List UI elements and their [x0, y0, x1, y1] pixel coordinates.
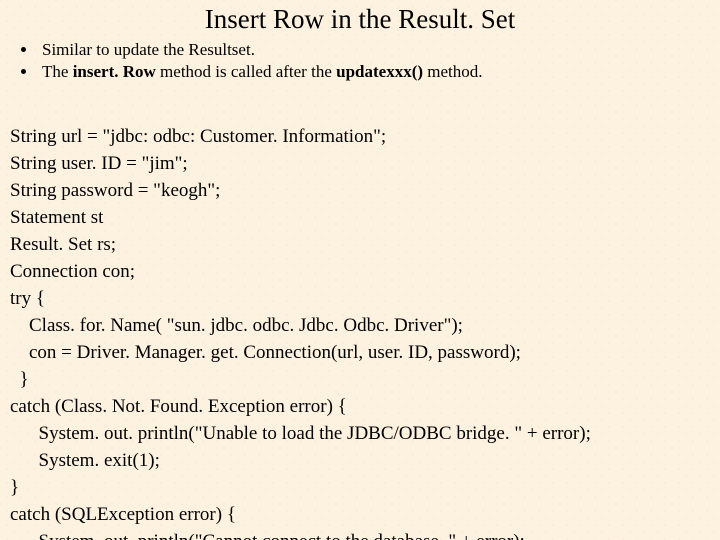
- bullet-item: The insert. Row method is called after t…: [38, 61, 710, 83]
- code-block: String url = "jdbc: odbc: Customer. Info…: [10, 97, 710, 540]
- code-line: System. out. println("Unable to load the…: [10, 423, 591, 444]
- bullet-text-mid: method is called after the: [156, 62, 336, 81]
- code-line: Class. for. Name( "sun. jdbc. odbc. Jdbc…: [10, 315, 463, 336]
- code-line: try {: [10, 288, 45, 309]
- code-line: Statement st: [10, 207, 103, 228]
- bullet-bold: insert. Row: [73, 62, 156, 81]
- bullet-item: Similar to update the Resultset.: [38, 39, 710, 61]
- code-line: System. exit(1);: [10, 450, 160, 471]
- bullet-text-pre: The: [42, 62, 73, 81]
- code-line: String password = "keogh";: [10, 180, 220, 201]
- code-line: Connection con;: [10, 261, 135, 282]
- code-line: String url = "jdbc: odbc: Customer. Info…: [10, 126, 386, 147]
- code-line: String user. ID = "jim";: [10, 153, 188, 174]
- code-line: }: [10, 369, 29, 390]
- bullet-text-post: method.: [423, 62, 483, 81]
- code-line: catch (Class. Not. Found. Exception erro…: [10, 396, 347, 417]
- code-line: Result. Set rs;: [10, 234, 116, 255]
- bullet-bold: updatexxx(): [336, 62, 423, 81]
- code-line: con = Driver. Manager. get. Connection(u…: [10, 342, 521, 363]
- bullet-list: Similar to update the Resultset. The ins…: [10, 39, 710, 83]
- bullet-text: Similar to update the Resultset.: [42, 40, 255, 59]
- code-line: catch (SQLException error) {: [10, 504, 236, 525]
- slide-title: Insert Row in the Result. Set: [10, 4, 710, 35]
- code-line: System. out. println("Cannot connect to …: [10, 531, 525, 540]
- slide: Insert Row in the Result. Set Similar to…: [0, 0, 720, 540]
- code-line: }: [10, 477, 19, 498]
